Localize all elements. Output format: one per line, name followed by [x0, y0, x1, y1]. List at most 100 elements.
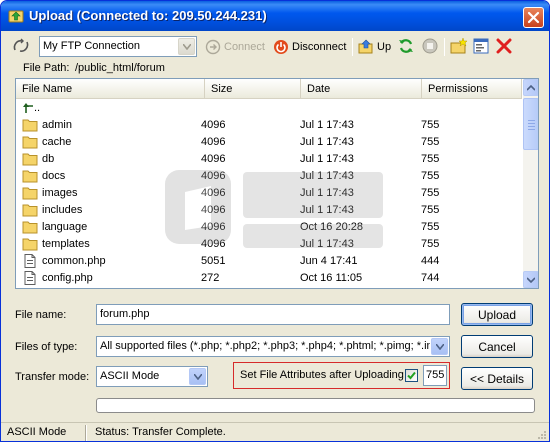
- file-date-cell: Jul 1 17:43: [300, 170, 354, 182]
- connect-icon: [205, 39, 221, 55]
- up-label: Up: [377, 41, 392, 53]
- file-date-cell: Jul 1 17:43: [300, 119, 354, 131]
- window-title: Upload (Connected to: 209.50.244.231): [29, 8, 267, 23]
- parent-directory-row[interactable]: ..: [16, 100, 522, 117]
- transfer-mode-value: ASCII Mode: [100, 370, 160, 382]
- file-date-cell: Jul 1 17:43: [300, 136, 354, 148]
- upload-icon: [8, 10, 24, 23]
- scroll-down-button[interactable]: [523, 271, 538, 288]
- status-divider: [85, 425, 87, 441]
- site-combo-value: My FTP Connection: [43, 40, 141, 52]
- details-button[interactable]: << Details: [461, 367, 533, 390]
- file-permissions-cell: 744: [421, 272, 440, 284]
- close-button[interactable]: [523, 7, 544, 28]
- file-name-cell: templates: [42, 238, 90, 250]
- file-list-row[interactable]: cache 4096 Jul 1 17:43 755: [16, 134, 522, 151]
- file-date-cell: Jul 1 17:43: [300, 204, 354, 216]
- file-list-row[interactable]: admin 4096 Jul 1 17:43 755: [16, 117, 522, 134]
- file-attributes-checkbox[interactable]: [405, 369, 418, 382]
- file-list-row[interactable]: templates 4096 Jul 1 17:43 755: [16, 236, 522, 253]
- file-size-cell: 272: [201, 272, 220, 284]
- scroll-thumb[interactable]: [523, 98, 538, 150]
- chevron-down-icon[interactable]: [431, 338, 448, 355]
- file-list-row[interactable]: includes 4096 Jul 1 17:43 755: [16, 202, 522, 219]
- scroll-up-button[interactable]: [523, 79, 538, 96]
- properties-icon[interactable]: [472, 37, 490, 55]
- file-date-cell: Jul 1 17:43: [300, 153, 354, 165]
- file-type-select[interactable]: All supported files (*.php; *.php2; *.ph…: [96, 336, 450, 357]
- column-header-permissions[interactable]: Permissions: [422, 79, 522, 99]
- transfer-mode-select[interactable]: ASCII Mode: [96, 366, 208, 387]
- file-list-row[interactable]: language 4096 Oct 16 20:28 755: [16, 219, 522, 236]
- file-list-row[interactable]: docs 4096 Jul 1 17:43 755: [16, 168, 522, 185]
- file-size-cell: 4096: [201, 187, 226, 199]
- file-list-row[interactable]: config.php 272 Oct 16 11:05 744: [16, 270, 522, 287]
- delete-icon[interactable]: [495, 37, 513, 55]
- file-attributes-group: Set File Attributes after Uploading 755: [233, 362, 450, 389]
- file-permissions-cell: 755: [421, 187, 440, 199]
- file-attributes-value: 755: [426, 369, 445, 381]
- file-permissions-cell: 755: [421, 221, 440, 233]
- site-manager-icon[interactable]: [12, 37, 30, 55]
- parent-directory-label: ..: [34, 102, 41, 114]
- upload-button[interactable]: Upload: [461, 303, 533, 326]
- file-name-cell: common.php: [42, 255, 106, 267]
- file-attributes-input[interactable]: 755: [423, 365, 447, 386]
- column-header-name[interactable]: File Name: [16, 79, 205, 99]
- column-header-size[interactable]: Size: [205, 79, 301, 99]
- file-permissions-cell: 755: [421, 153, 440, 165]
- refresh-icon[interactable]: [397, 37, 415, 55]
- resize-grip-icon[interactable]: [536, 429, 547, 440]
- folder-up-icon: [358, 39, 373, 54]
- file-list-row[interactable]: db 4096 Jul 1 17:43 755: [16, 151, 522, 168]
- chevron-down-icon[interactable]: [189, 368, 206, 385]
- transfer-progress-bar: [96, 398, 535, 413]
- file-size-cell: 4096: [201, 221, 226, 233]
- file-permissions-cell: 755: [421, 119, 440, 131]
- file-permissions-cell: 755: [421, 136, 440, 148]
- connect-button[interactable]: Connect: [205, 38, 265, 56]
- status-message: Status: Transfer Complete.: [95, 426, 226, 438]
- file-name-cell: docs: [42, 170, 66, 182]
- new-folder-icon[interactable]: [450, 37, 468, 55]
- folder-icon: [22, 119, 38, 132]
- file-list-row[interactable]: common.php 5051 Jun 4 17:41 444: [16, 253, 522, 270]
- file-size-cell: 5051: [201, 255, 226, 267]
- toolbar-separator: [352, 38, 353, 56]
- file-name-label: File name:: [15, 309, 67, 321]
- disconnect-icon: [274, 40, 288, 54]
- file-name-input[interactable]: forum.php: [96, 304, 450, 325]
- disconnect-button[interactable]: Disconnect: [273, 38, 346, 56]
- checkmark-icon: [407, 371, 416, 380]
- title-bar[interactable]: Upload (Connected to: 209.50.244.231): [1, 1, 549, 31]
- file-permissions-cell: 444: [421, 255, 440, 267]
- file-date-cell: Jun 4 17:41: [300, 255, 358, 267]
- cancel-button[interactable]: Cancel: [461, 335, 533, 358]
- chevron-down-icon[interactable]: [178, 38, 195, 55]
- disconnect-label: Disconnect: [292, 41, 347, 53]
- file-permissions-cell: 755: [421, 238, 440, 250]
- folder-icon: [22, 153, 38, 166]
- status-bar: ASCII Mode Status: Transfer Complete.: [1, 422, 549, 441]
- file-type-label: Files of type:: [15, 341, 78, 353]
- connect-label: Connect: [224, 41, 265, 53]
- file-list[interactable]: File Name Size Date Permissions .. admin…: [15, 78, 539, 289]
- folder-icon: [22, 204, 38, 217]
- folder-icon: [22, 170, 38, 183]
- file-path-value: /public_html/forum: [75, 62, 165, 74]
- status-mode: ASCII Mode: [7, 426, 67, 438]
- file-name-value: forum.php: [100, 308, 150, 320]
- site-combo[interactable]: My FTP Connection: [39, 36, 197, 57]
- file-icon: [24, 271, 36, 285]
- stop-icon[interactable]: [421, 37, 439, 55]
- file-list-row[interactable]: images 4096 Jul 1 17:43 755: [16, 185, 522, 202]
- file-attributes-label: Set File Attributes after Uploading: [240, 369, 404, 381]
- file-name-cell: config.php: [42, 272, 93, 284]
- file-date-cell: Oct 16 11:05: [300, 272, 363, 284]
- column-header-date[interactable]: Date: [301, 79, 422, 99]
- up-button[interactable]: Up: [358, 38, 391, 56]
- file-path-label: File Path:: [23, 62, 70, 74]
- vertical-scrollbar[interactable]: [523, 79, 538, 288]
- file-type-value: All supported files (*.php; *.php2; *.ph…: [100, 340, 430, 352]
- folder-icon: [22, 136, 38, 149]
